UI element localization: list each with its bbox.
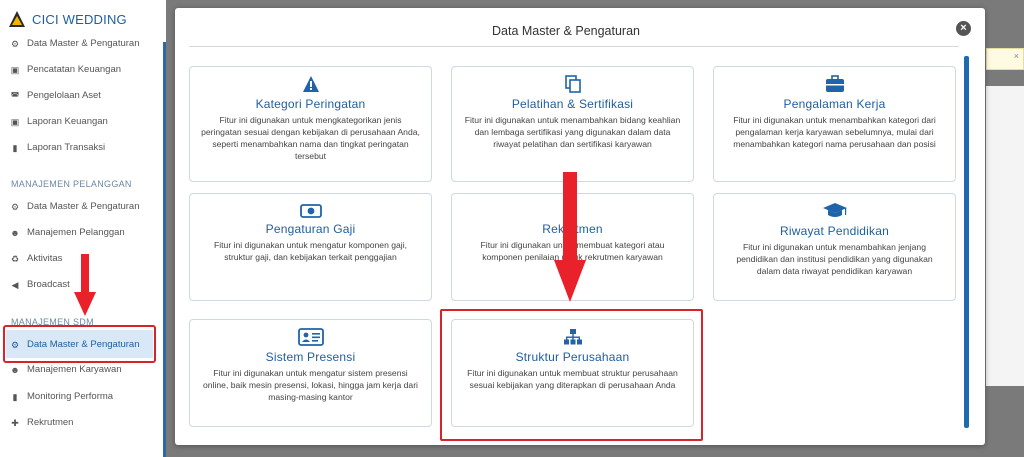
annotation-highlight-sidebar — [3, 325, 156, 363]
users-icon: ☻ — [10, 227, 20, 238]
brand[interactable]: CICI WEDDING — [8, 10, 127, 28]
card-description: Fitur ini digunakan untuk mengatur siste… — [203, 368, 418, 402]
background-panel — [986, 86, 1024, 386]
sidebar-item-label: Pengelolaan Aset — [27, 90, 101, 101]
sidebar-item-label: Monitoring Performa — [27, 391, 114, 402]
card-description: Fitur ini digunakan untuk menambahkan je… — [736, 242, 933, 276]
brand-logo-icon — [9, 11, 25, 27]
card-title: Pengalaman Kerja — [783, 97, 886, 111]
modal-title: Data Master & Pengaturan — [492, 24, 640, 38]
sidebar-item-label: Pencatatan Keuangan — [27, 64, 122, 75]
close-icon: × — [1013, 51, 1019, 61]
background-alert: × — [986, 48, 1024, 70]
sidebar-item-label: Data Master & Pengaturan — [27, 38, 140, 49]
money-icon: ▣ — [10, 64, 20, 75]
card-riwayat-pendidikan[interactable]: Riwayat Pendidikan Fitur ini digunakan u… — [713, 193, 956, 301]
divider — [189, 46, 959, 47]
sidebar-item-data-master-pelanggan[interactable]: ⚙ Data Master & Pengaturan — [10, 201, 140, 212]
book-icon: ▮ — [12, 391, 18, 402]
user-plus-icon: ✚ — [11, 417, 19, 428]
gears-icon: ⚙ — [10, 201, 20, 212]
briefcase-icon — [825, 75, 844, 92]
card-title: Pelatihan & Sertifikasi — [511, 97, 634, 111]
card-pengalaman-kerja[interactable]: Pengalaman Kerja Fitur ini digunakan unt… — [713, 66, 956, 182]
annotation-arrow-card — [554, 172, 586, 302]
sidebar-item-pengelolaan-aset[interactable]: ◚ Pengelolaan Aset — [10, 90, 101, 101]
card-title: Riwayat Pendidikan — [780, 224, 889, 238]
sidebar-item-label: Manajemen Pelanggan — [27, 227, 125, 238]
sidebar-item-label: Laporan Transaksi — [27, 142, 106, 153]
brand-name: CICI WEDDING — [32, 11, 127, 27]
sidebar-item-pencatatan-keuangan[interactable]: ▣ Pencatatan Keuangan — [10, 64, 121, 75]
card-title: Sistem Presensi — [265, 350, 356, 364]
users-icon: ☻ — [10, 364, 20, 375]
sidebar-item-label: Aktivitas — [27, 253, 63, 264]
sidebar-item-label: Laporan Keuangan — [27, 116, 108, 127]
sidebar-item-label: Manajemen Karyawan — [27, 364, 122, 375]
recycle-icon: ♻ — [10, 253, 20, 264]
sidebar-item-laporan-transaksi[interactable]: ▮ Laporan Transaksi — [10, 142, 106, 153]
sidebar-item-rekrutmen[interactable]: ✚ Rekrutmen — [10, 417, 73, 428]
card-description: Fitur ini digunakan untuk mengatur kompo… — [214, 240, 407, 262]
sidebar-item-laporan-keuangan[interactable]: ▣ Laporan Keuangan — [10, 116, 108, 127]
car-icon: ◚ — [10, 90, 20, 101]
card-pelatihan-sertifikasi[interactable]: Pelatihan & Sertifikasi Fitur ini diguna… — [451, 66, 694, 182]
sidebar-item-broadcast[interactable]: ◀ Broadcast — [10, 279, 70, 290]
gears-icon: ⚙ — [10, 38, 20, 49]
book-icon: ▮ — [12, 142, 18, 153]
annotation-highlight-card — [440, 309, 703, 441]
sidebar-scrollbar[interactable] — [163, 42, 166, 457]
bullhorn-icon: ◀ — [11, 279, 19, 290]
sidebar-item-label: Data Master & Pengaturan — [27, 201, 140, 212]
gear-watermark-icon — [975, 308, 985, 428]
sidebar-item-label: Rekrutmen — [27, 417, 74, 428]
graduation-cap-icon — [822, 203, 847, 217]
card-description: Fitur ini digunakan untuk mengkategorika… — [201, 115, 420, 161]
sidebar-item-monitoring-performa[interactable]: ▮ Monitoring Performa — [10, 391, 114, 402]
copy-icon — [564, 75, 581, 93]
card-title: Pengaturan Gaji — [265, 222, 356, 236]
money-icon — [299, 204, 322, 218]
id-card-icon — [297, 328, 324, 346]
annotation-arrow-sidebar — [74, 254, 96, 316]
card-sistem-presensi[interactable]: Sistem Presensi Fitur ini digunakan untu… — [189, 319, 432, 427]
sidebar-item-aktivitas[interactable]: ♻ Aktivitas — [10, 253, 62, 264]
card-description: Fitur ini digunakan untuk menambahkan ka… — [733, 115, 936, 149]
sidebar-item-label: Broadcast — [27, 279, 70, 290]
card-title: Kategori Peringatan — [255, 97, 366, 111]
money-icon: ▣ — [10, 116, 20, 127]
card-pengaturan-gaji[interactable]: Pengaturan Gaji Fitur ini digunakan untu… — [189, 193, 432, 301]
card-kategori-peringatan[interactable]: Kategori Peringatan Fitur ini digunakan … — [189, 66, 432, 182]
modal-scrollbar[interactable] — [964, 56, 969, 428]
section-heading-pelanggan: MANAJEMEN PELANGGAN — [11, 179, 132, 189]
sidebar-item-manajemen-pelanggan[interactable]: ☻ Manajemen Pelanggan — [10, 227, 125, 238]
sidebar-item-manajemen-karyawan[interactable]: ☻ Manajemen Karyawan — [10, 364, 122, 375]
sidebar: CICI WEDDING ⚙ Data Master & Pengaturan ▣… — [0, 0, 166, 457]
close-button[interactable]: × — [956, 21, 971, 36]
sidebar-item-data-master-top[interactable]: ⚙ Data Master & Pengaturan — [10, 38, 140, 49]
warning-icon — [302, 76, 319, 92]
card-description: Fitur ini digunakan untuk menambahkan bi… — [464, 115, 681, 149]
